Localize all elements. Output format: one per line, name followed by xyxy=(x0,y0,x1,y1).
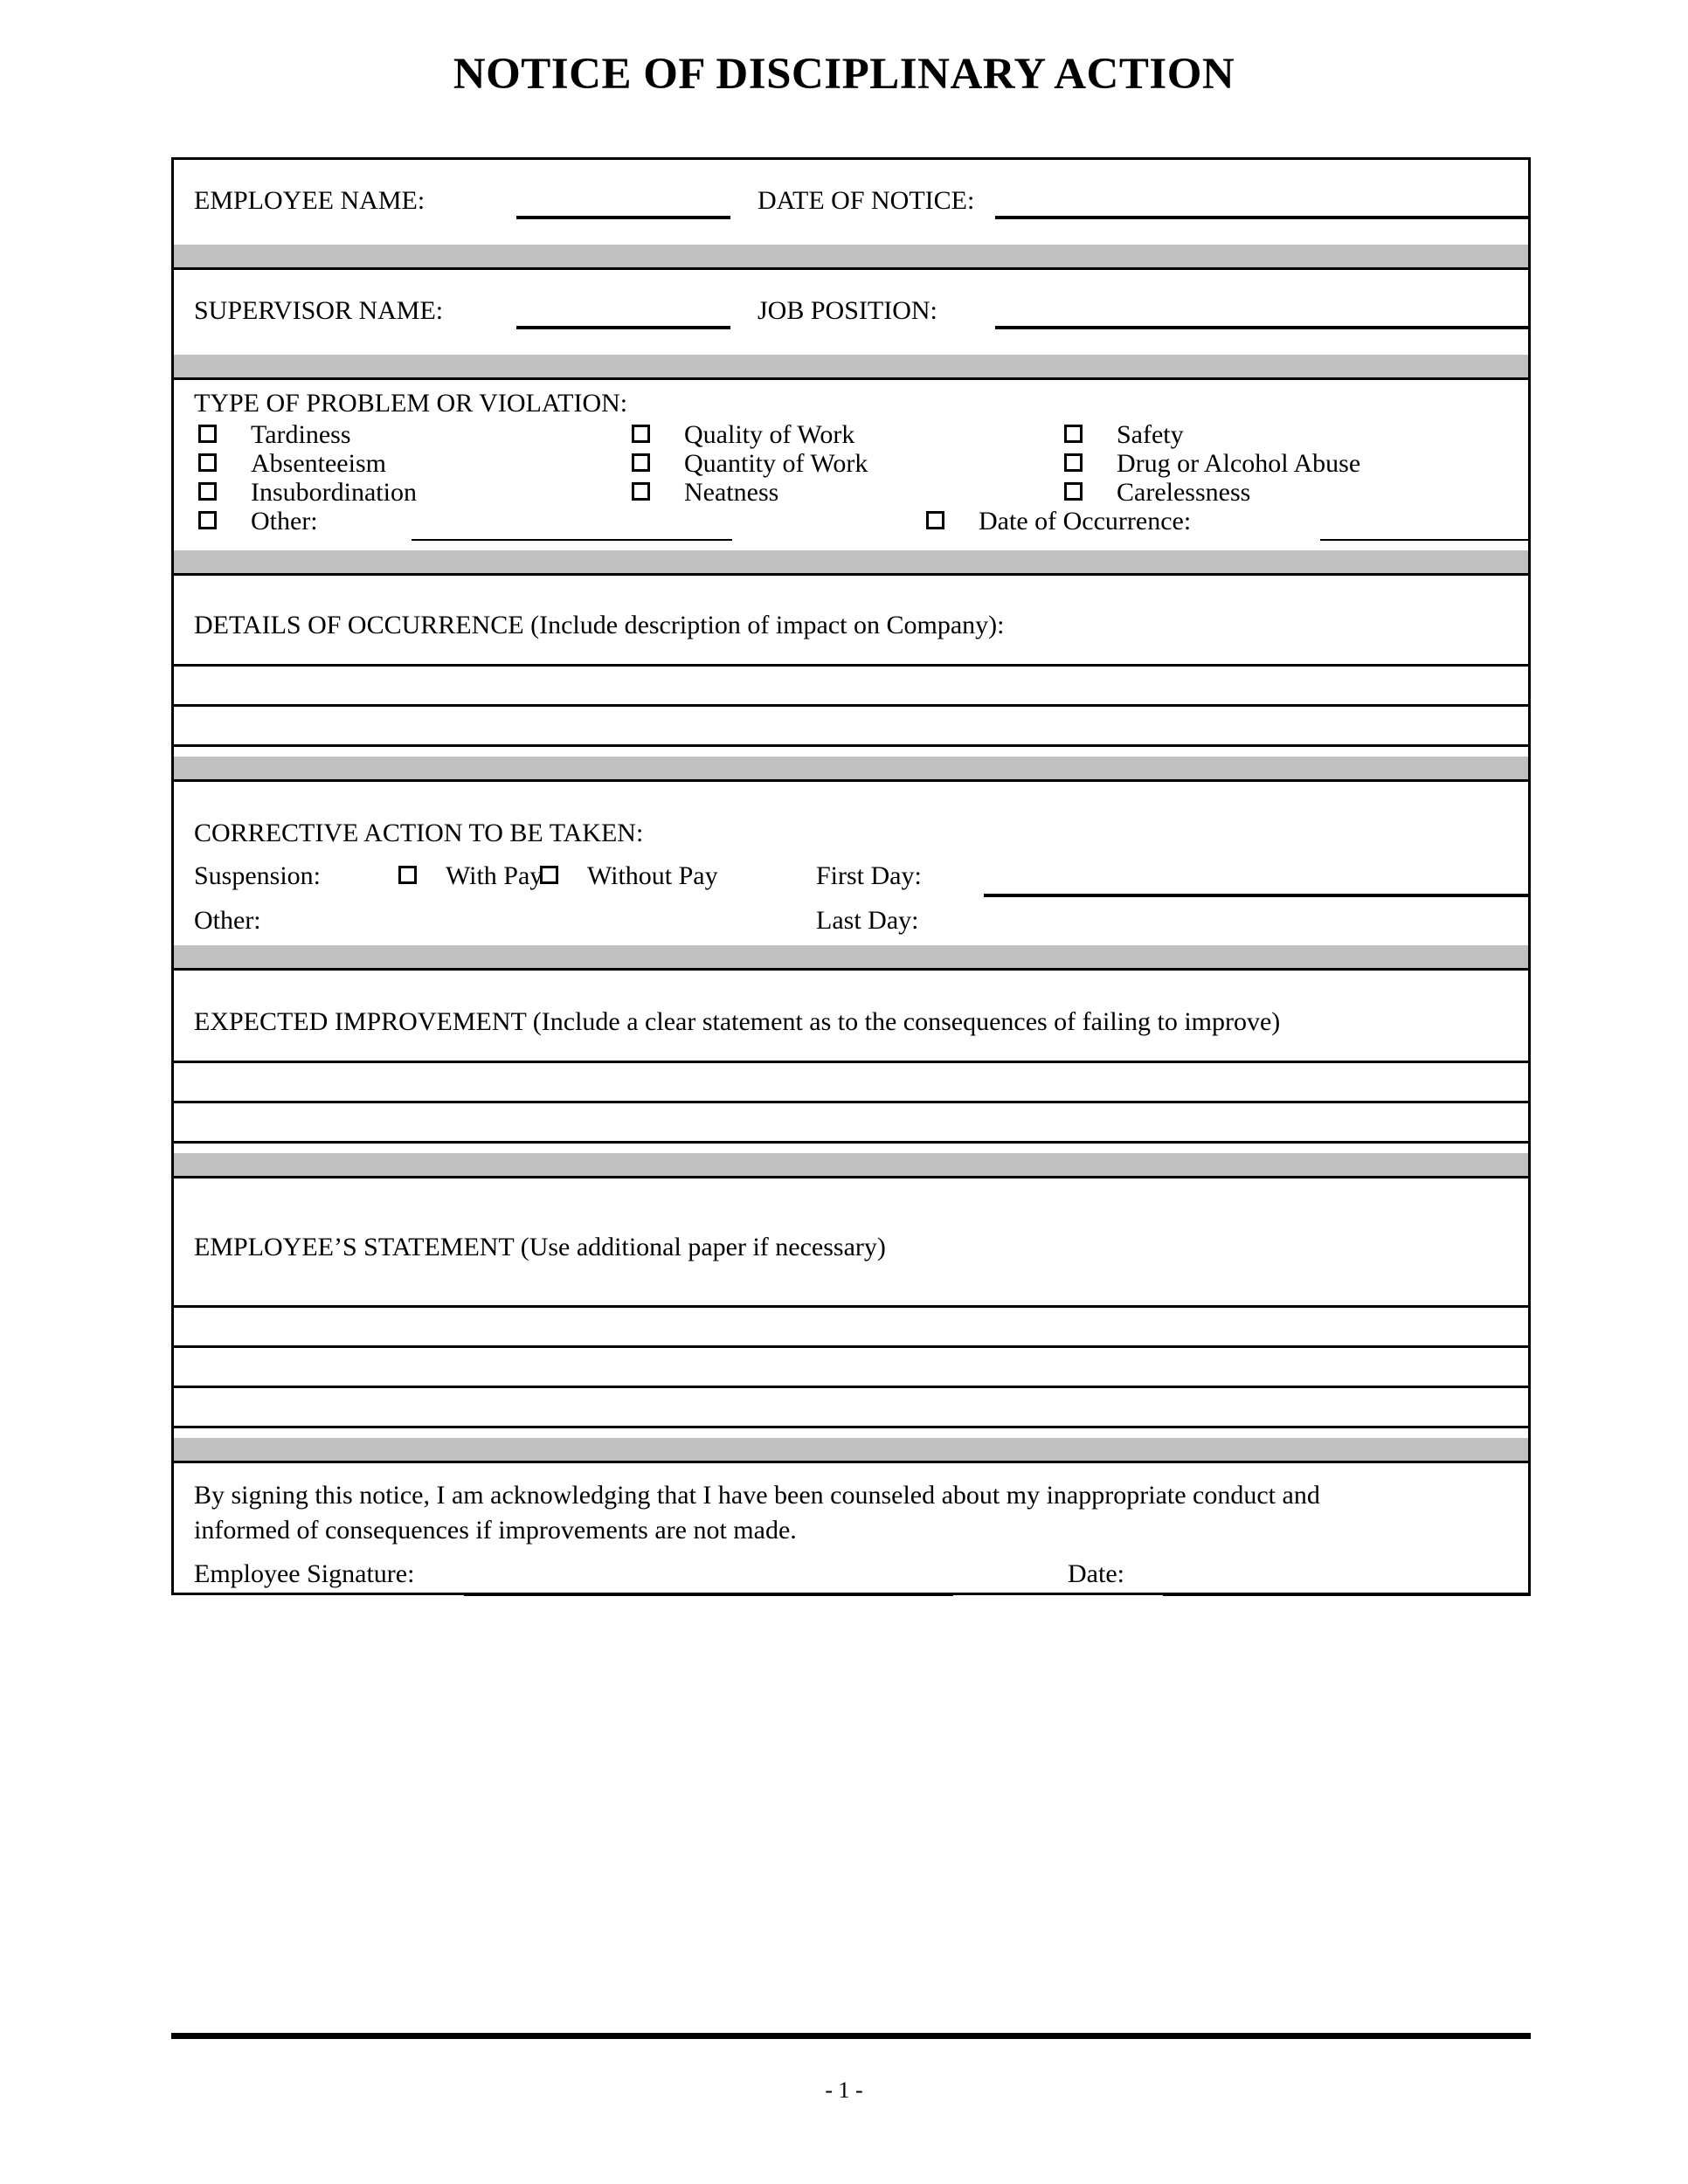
employee-name-label: EMPLOYEE NAME: xyxy=(194,186,425,215)
checkbox-date-of-occurrence[interactable] xyxy=(926,511,944,529)
divider-band-6 xyxy=(174,1144,1528,1178)
checkbox-without-pay[interactable] xyxy=(540,866,558,884)
section-acknowledgement: By signing this notice, I am acknowledgi… xyxy=(174,1463,1531,1596)
employee-name-input[interactable] xyxy=(516,216,730,219)
employee-signature-input[interactable] xyxy=(464,1593,953,1596)
divider-band-7 xyxy=(174,1428,1528,1463)
checkbox-insubordination[interactable] xyxy=(198,482,217,501)
violation-other-label: Other: xyxy=(251,507,318,536)
with-pay-label: With Pay xyxy=(446,861,543,890)
disciplinary-action-form: EMPLOYEE NAME: DATE OF NOTICE: SUPERVISO… xyxy=(171,157,1531,1596)
footer-rule xyxy=(171,2033,1531,2039)
divider-band-fill xyxy=(174,245,1528,267)
expected-improvement-line-1[interactable] xyxy=(174,1063,1528,1103)
violation-label-carelessness: Carelessness xyxy=(1117,478,1251,507)
divider-band-3 xyxy=(174,541,1528,576)
employee-statement-line-1[interactable] xyxy=(174,1308,1528,1348)
details-line-1[interactable] xyxy=(174,667,1528,707)
violation-label-insubordination: Insubordination xyxy=(251,478,417,507)
violation-heading: TYPE OF PROBLEM OR VIOLATION: xyxy=(194,389,628,418)
violation-label-quantity-of-work: Quantity of Work xyxy=(684,449,868,478)
first-day-input[interactable] xyxy=(984,894,1531,897)
employee-statement-line-2[interactable] xyxy=(174,1348,1528,1388)
violation-label-neatness: Neatness xyxy=(684,478,779,507)
without-pay-label: Without Pay xyxy=(587,861,718,890)
date-of-occurrence-label: Date of Occurrence: xyxy=(979,507,1192,536)
violation-label-safety: Safety xyxy=(1117,420,1184,449)
divider-band-fill xyxy=(174,945,1528,968)
job-position-label: JOB POSITION: xyxy=(758,296,937,325)
divider-band-1 xyxy=(174,235,1528,270)
supervisor-name-label: SUPERVISOR NAME: xyxy=(194,296,444,325)
corrective-other-label: Other: xyxy=(194,906,261,935)
details-heading: DETAILS OF OCCURRENCE (Include descripti… xyxy=(194,611,1005,639)
checkbox-absenteeism[interactable] xyxy=(198,453,217,472)
expected-improvement-line-2[interactable] xyxy=(174,1103,1528,1144)
document-page: NOTICE OF DISCIPLINARY ACTION EMPLOYEE N… xyxy=(0,0,1688,2184)
divider-band-fill xyxy=(174,1438,1528,1461)
checkbox-safety[interactable] xyxy=(1064,425,1083,443)
section-corrective-action: CORRECTIVE ACTION TO BE TAKEN: Suspensio… xyxy=(174,782,1531,943)
signature-date-input[interactable] xyxy=(1163,1593,1531,1596)
checkbox-carelessness[interactable] xyxy=(1064,482,1083,501)
checkbox-with-pay[interactable] xyxy=(398,866,417,884)
checkbox-other-violation[interactable] xyxy=(198,511,217,529)
divider-band-fill xyxy=(174,355,1528,377)
expected-improvement-heading: EXPECTED IMPROVEMENT (Include a clear st… xyxy=(194,1007,1281,1036)
checkbox-drug-or-alcohol-abuse[interactable] xyxy=(1064,453,1083,472)
divider-band-fill xyxy=(174,550,1528,573)
divider-band-fill xyxy=(174,1153,1528,1176)
employee-statement-line-3[interactable] xyxy=(174,1388,1528,1428)
corrective-action-heading: CORRECTIVE ACTION TO BE TAKEN: xyxy=(194,819,644,847)
signature-date-label: Date: xyxy=(1068,1559,1124,1588)
divider-band-fill xyxy=(174,757,1528,779)
violation-label-drug-or-alcohol-abuse: Drug or Alcohol Abuse xyxy=(1117,449,1361,478)
job-position-input[interactable] xyxy=(995,326,1531,329)
checkbox-tardiness[interactable] xyxy=(198,425,217,443)
checkbox-quantity-of-work[interactable] xyxy=(632,453,650,472)
suspension-label: Suspension: xyxy=(194,861,322,890)
section-details-of-occurrence[interactable]: DETAILS OF OCCURRENCE (Include descripti… xyxy=(174,576,1528,667)
employee-statement-heading: EMPLOYEE’S STATEMENT (Use additional pap… xyxy=(194,1233,886,1261)
details-line-2[interactable] xyxy=(174,707,1528,747)
page-number: - 1 - xyxy=(825,2077,863,2103)
date-of-notice-input[interactable] xyxy=(995,216,1531,219)
acknowledgement-paragraph-line-2: informed of consequences if improvements… xyxy=(194,1516,797,1545)
violation-label-tardiness: Tardiness xyxy=(251,420,351,449)
divider-band-2 xyxy=(174,345,1528,380)
section-employee-identification: EMPLOYEE NAME: DATE OF NOTICE: xyxy=(174,160,1531,235)
page-title: NOTICE OF DISCIPLINARY ACTION xyxy=(453,50,1235,99)
section-employee-statement[interactable]: EMPLOYEE’S STATEMENT (Use additional pap… xyxy=(174,1178,1528,1308)
divider-band-5 xyxy=(174,936,1528,971)
divider-band-4 xyxy=(174,747,1528,782)
section-expected-improvement[interactable]: EXPECTED IMPROVEMENT (Include a clear st… xyxy=(174,971,1528,1063)
last-day-label: Last Day: xyxy=(816,906,919,935)
section-supervisor-identification: SUPERVISOR NAME: JOB POSITION: xyxy=(174,270,1531,345)
checkbox-neatness[interactable] xyxy=(632,482,650,501)
violation-label-quality-of-work: Quality of Work xyxy=(684,420,855,449)
acknowledgement-paragraph-line-1: By signing this notice, I am acknowledgi… xyxy=(194,1481,1320,1510)
supervisor-name-input[interactable] xyxy=(516,326,730,329)
section-violation-type: TYPE OF PROBLEM OR VIOLATION: Tardiness … xyxy=(174,380,1531,543)
violation-label-absenteeism: Absenteeism xyxy=(251,449,386,478)
employee-signature-label: Employee Signature: xyxy=(194,1559,415,1588)
first-day-label: First Day: xyxy=(816,861,922,890)
checkbox-quality-of-work[interactable] xyxy=(632,425,650,443)
date-of-notice-label: DATE OF NOTICE: xyxy=(758,186,975,215)
